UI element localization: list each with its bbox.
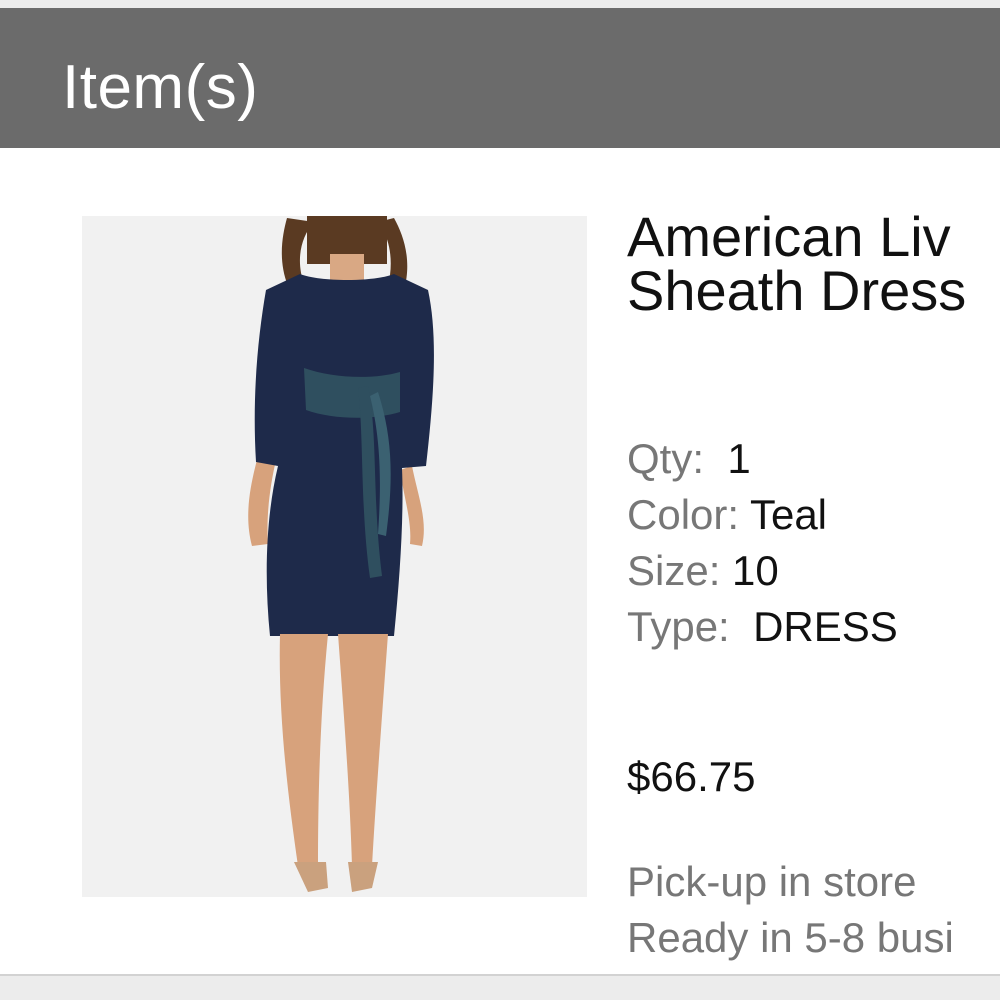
type-label: Type: [627,603,730,650]
product-name[interactable]: American Liv Sheath Dress [627,210,1000,322]
size-label: Size: [627,547,721,594]
qty-label: Qty: [627,435,705,482]
color-value: Teal [749,491,828,538]
size-row: Size: 10 [627,546,779,596]
size-value: 10 [732,547,779,594]
dress-illustration [248,216,434,892]
qty-value: 1 [727,435,751,482]
color-row: Color: Teal [627,490,827,540]
screen: Item(s) American Liv Sheath Dress Qty: 1… [0,0,1000,1000]
qty-row: Qty: 1 [627,434,751,484]
item-details: American Liv Sheath Dress Qty: 1 Color: … [627,210,1000,970]
pickup-line2: Ready in 5-8 busi [627,914,954,961]
product-name-line1: American Liv [627,210,951,268]
product-image[interactable] [82,216,587,897]
item-price: $66.75 [627,753,756,800]
item-card[interactable]: American Liv Sheath Dress Qty: 1 Color: … [0,148,1000,976]
pickup-info: Pick-up in store Ready in 5-8 busi [627,854,954,966]
items-header: Item(s) [0,8,1000,148]
type-row: Type: DRESS [627,602,898,652]
header-title: Item(s) [62,53,259,122]
color-label: Color: [627,491,740,538]
type-value: DRESS [753,603,898,650]
pickup-line1: Pick-up in store [627,858,917,905]
product-name-line2: Sheath Dress [627,259,967,322]
